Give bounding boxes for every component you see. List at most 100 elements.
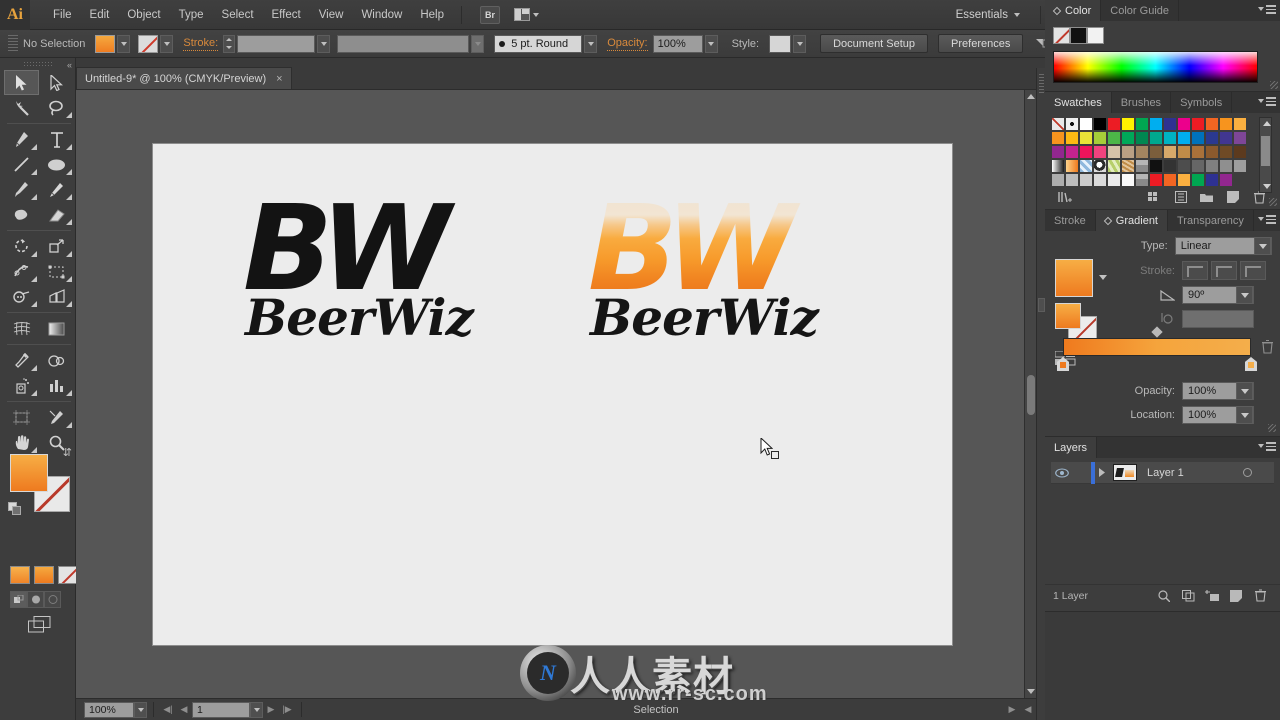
- gradient-preview-swatch[interactable]: [1055, 259, 1093, 297]
- eyedropper-tool[interactable]: [4, 348, 39, 373]
- swatch-cell[interactable]: [1191, 131, 1205, 145]
- swatch-cell[interactable]: [1065, 173, 1079, 187]
- swatch-cell[interactable]: [1233, 145, 1247, 159]
- gradient-slider[interactable]: [1057, 326, 1273, 371]
- graphic-style-swatch[interactable]: [769, 34, 792, 53]
- line-segment-tool[interactable]: [4, 152, 39, 177]
- menu-object[interactable]: Object: [118, 5, 169, 25]
- menu-effect[interactable]: Effect: [263, 5, 310, 25]
- ellipse-tool[interactable]: [39, 152, 74, 177]
- status-resize-icon[interactable]: ◀: [1020, 702, 1036, 718]
- stroke-dropdown-icon[interactable]: [160, 34, 174, 53]
- scroll-thumb[interactable]: [1261, 136, 1270, 166]
- menu-file[interactable]: File: [44, 5, 81, 25]
- scroll-down-icon[interactable]: [1262, 184, 1271, 189]
- swatches-resize-grip[interactable]: [1269, 198, 1277, 206]
- column-graph-tool[interactable]: [39, 373, 74, 398]
- swatch-cell[interactable]: [1121, 159, 1135, 173]
- scroll-up-icon[interactable]: [1027, 94, 1035, 99]
- swatch-cell[interactable]: [1121, 145, 1135, 159]
- color-chip-white[interactable]: [1087, 27, 1104, 44]
- gradient-opacity-field[interactable]: 100%: [1182, 382, 1254, 400]
- previous-artboard-button[interactable]: ◀: [176, 702, 192, 718]
- swatch-cell[interactable]: [1163, 117, 1177, 131]
- menu-help[interactable]: Help: [411, 5, 453, 25]
- gradient-ramp[interactable]: [1063, 338, 1251, 356]
- tab-color[interactable]: Color: [1045, 0, 1102, 21]
- swatch-cell[interactable]: [1177, 117, 1191, 131]
- control-bar-grip[interactable]: [8, 34, 18, 53]
- zoom-level-field[interactable]: 100%: [84, 701, 134, 718]
- swatch-cell[interactable]: [1163, 159, 1177, 173]
- swatch-cell[interactable]: [1093, 173, 1107, 187]
- layer-name[interactable]: Layer 1: [1141, 467, 1234, 479]
- width-tool[interactable]: [4, 259, 39, 284]
- swatch-cell[interactable]: [1135, 131, 1149, 145]
- color-panel-resize-grip[interactable]: [1270, 81, 1278, 89]
- stroke-weight-field[interactable]: [237, 34, 316, 53]
- stroke-weight-stepper[interactable]: [223, 34, 236, 53]
- swatch-cell[interactable]: [1149, 173, 1163, 187]
- slice-tool[interactable]: [39, 405, 74, 430]
- swatch-libraries-icon[interactable]: [1053, 189, 1079, 205]
- swatch-cell[interactable]: [1135, 145, 1149, 159]
- logo-black[interactable]: BW BeerWiz: [243, 189, 474, 343]
- swatch-cell[interactable]: [1149, 145, 1163, 159]
- create-new-layer-icon[interactable]: [1224, 588, 1248, 604]
- tab-transparency[interactable]: Transparency: [1168, 210, 1254, 231]
- chevron-down-icon[interactable]: [1236, 382, 1253, 400]
- menu-window[interactable]: Window: [352, 5, 411, 25]
- color-panel-menu-icon[interactable]: [1258, 5, 1276, 14]
- opacity-label[interactable]: Opacity:: [607, 37, 648, 51]
- swatch-cell[interactable]: [1107, 159, 1121, 173]
- swatch-cell[interactable]: [1149, 117, 1163, 131]
- swatch-cell[interactable]: [1051, 159, 1065, 173]
- swatch-cell[interactable]: [1121, 173, 1135, 187]
- gradient-location-field[interactable]: 100%: [1182, 406, 1254, 424]
- swatch-cell[interactable]: [1219, 117, 1233, 131]
- opacity-dropdown-icon[interactable]: [704, 34, 718, 53]
- layers-list-empty-area[interactable]: [1045, 484, 1280, 584]
- swatch-cell[interactable]: [1121, 117, 1135, 131]
- swatches-grid[interactable]: [1051, 117, 1248, 187]
- blend-tool[interactable]: [39, 348, 74, 373]
- document-setup-button[interactable]: Document Setup: [820, 34, 929, 53]
- free-transform-tool[interactable]: [39, 259, 74, 284]
- swatch-cell[interactable]: [1219, 159, 1233, 173]
- layer-row[interactable]: Layer 1: [1051, 461, 1274, 484]
- color-chip-black[interactable]: [1070, 27, 1087, 44]
- swatch-cell[interactable]: [1177, 159, 1191, 173]
- swatch-cell[interactable]: [1177, 173, 1191, 187]
- magic-wand-tool[interactable]: [4, 95, 39, 120]
- swatch-options-icon[interactable]: [1168, 189, 1194, 205]
- swatch-cell[interactable]: [1107, 117, 1121, 131]
- paintbrush-tool[interactable]: [4, 177, 39, 202]
- menu-edit[interactable]: Edit: [81, 5, 119, 25]
- swatch-cell[interactable]: [1205, 145, 1219, 159]
- swatches-scrollbar[interactable]: [1259, 117, 1272, 193]
- swatch-cell[interactable]: [1093, 145, 1107, 159]
- color-spectrum[interactable]: [1053, 51, 1258, 83]
- chevron-down-icon[interactable]: [1236, 286, 1253, 304]
- gradient-aspect-field[interactable]: [1182, 310, 1254, 328]
- opacity-field[interactable]: 100%: [652, 34, 703, 53]
- eye-icon[interactable]: [1051, 467, 1073, 478]
- canvas-area[interactable]: BW BeerWiz BW BeerWiz: [76, 90, 1036, 698]
- first-artboard-button[interactable]: ◀|: [160, 702, 176, 718]
- stroke-weight-dropdown-icon[interactable]: [317, 34, 331, 53]
- swatch-cell[interactable]: [1107, 145, 1121, 159]
- eraser-tool[interactable]: [39, 202, 74, 227]
- chevron-down-icon[interactable]: [1254, 237, 1271, 255]
- swatch-cell[interactable]: [1093, 131, 1107, 145]
- swatch-cell[interactable]: [1191, 117, 1205, 131]
- draw-normal-button[interactable]: [10, 591, 27, 608]
- perspective-grid-tool[interactable]: [39, 284, 74, 309]
- layer-target-icon[interactable]: [1234, 468, 1260, 477]
- tab-swatches[interactable]: Swatches: [1045, 92, 1112, 113]
- swatch-cell[interactable]: [1219, 173, 1233, 187]
- swatch-cell[interactable]: [1051, 145, 1065, 159]
- artboard-number-field[interactable]: 1: [192, 701, 250, 718]
- swatch-cell[interactable]: [1079, 159, 1093, 173]
- swatch-cell[interactable]: [1219, 131, 1233, 145]
- none-button[interactable]: [58, 566, 78, 584]
